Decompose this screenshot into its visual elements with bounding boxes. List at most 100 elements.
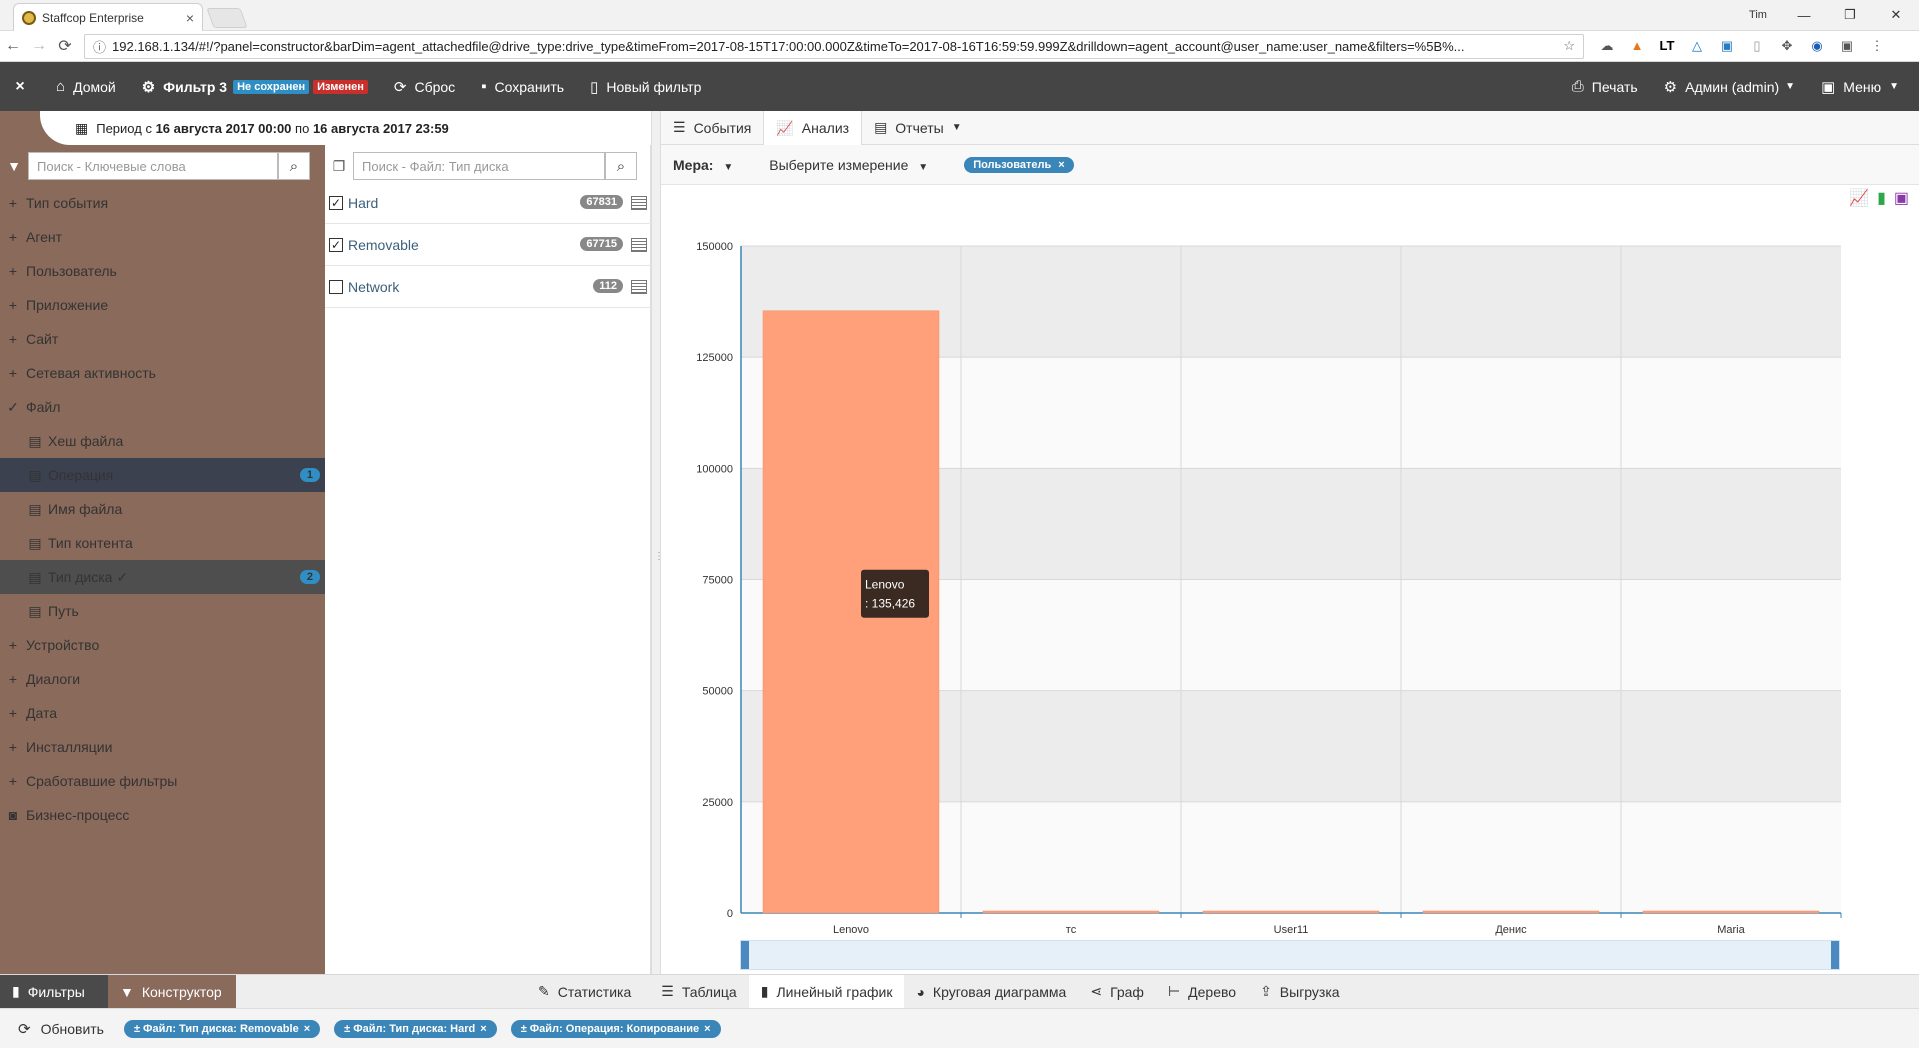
period-to: 16 августа 2017 23:59 <box>312 120 449 136</box>
tab-line-chart[interactable]: ▮ Линейный график <box>748 974 905 1009</box>
tab-table[interactable]: ☰ Таблица <box>649 975 748 1009</box>
sidebar-item[interactable]: + Инсталляции <box>0 730 325 764</box>
sidebar-item[interactable]: ▤ Хеш файла <box>0 424 325 458</box>
extension-pdf-icon[interactable]: ▯ <box>1748 38 1766 54</box>
tab-constructor[interactable]: ▼ Конструктор <box>108 974 236 1009</box>
tab-export[interactable]: ⇪ Выгрузка <box>1248 975 1352 1009</box>
bar[interactable] <box>1422 910 1600 914</box>
refresh-button[interactable]: ⟳ Обновить <box>18 1020 104 1038</box>
bookmark-star-icon[interactable]: ☆ <box>1563 38 1575 54</box>
sidebar-item[interactable]: + Приложение <box>0 288 325 322</box>
home-button[interactable]: ⌂ Домой <box>56 78 116 95</box>
plus-icon: + <box>8 705 18 721</box>
main-menu[interactable]: ▣ Меню ▼ <box>1821 78 1899 96</box>
search-icon[interactable]: ⌕ <box>278 152 310 180</box>
panel-splitter[interactable]: ⋮ <box>651 111 664 974</box>
sidebar-item[interactable]: ◙ Бизнес-процесс <box>0 798 325 832</box>
bar[interactable] <box>1642 910 1820 914</box>
save-button[interactable]: ▪ Сохранить <box>481 78 564 95</box>
tab-statistics[interactable]: ✎ Статистика <box>526 975 643 1009</box>
keyword-search-input[interactable]: Поиск - Ключевые слова <box>28 152 278 180</box>
drive-type-search-input[interactable]: Поиск - Файл: Тип диска <box>353 152 605 180</box>
reload-icon[interactable]: ⟳ <box>52 36 78 56</box>
measure-dropdown[interactable]: Мера: ▼ <box>673 157 733 173</box>
sidebar-item[interactable]: + Дата <box>0 696 325 730</box>
reset-button[interactable]: ⟳ Сброс <box>394 78 455 96</box>
sidebar-item[interactable]: + Тип события <box>0 186 325 220</box>
dimension-pill[interactable]: Пользователь × <box>964 156 1074 173</box>
browser-menu-icon[interactable]: ⋮ <box>1868 38 1886 54</box>
dimension-dropdown[interactable]: Выберите измерение ▼ <box>769 157 928 173</box>
browser-tab[interactable]: Staffcop Enterprise × <box>13 3 203 31</box>
extension-eye-icon[interactable]: ◉ <box>1808 38 1826 54</box>
chip-close-icon[interactable]: × <box>480 1023 486 1035</box>
page-info-icon[interactable]: ⓘ <box>93 37 106 56</box>
tab-filters[interactable]: ▮ Фильтры <box>0 974 108 1009</box>
chip-close-icon[interactable]: × <box>304 1023 310 1035</box>
extension-window-icon[interactable]: ▣ <box>1718 38 1736 54</box>
tab-tree[interactable]: ⊢ Дерево <box>1156 975 1248 1009</box>
value-row[interactable]: ✓ Removable 67715 <box>325 224 651 266</box>
tab-analysis[interactable]: 📈 Анализ <box>763 111 863 145</box>
tab-reports[interactable]: ▤ Отчеты ▼ <box>862 111 974 144</box>
details-icon[interactable] <box>631 196 647 210</box>
extension-delta-icon[interactable]: △ <box>1688 38 1706 54</box>
bar[interactable] <box>982 910 1160 914</box>
search-icon[interactable]: ⌕ <box>605 152 637 180</box>
forward-icon[interactable]: → <box>26 37 52 55</box>
sidebar-item[interactable]: + Пользователь <box>0 254 325 288</box>
sidebar-item[interactable]: + Сработавшие фильтры <box>0 764 325 798</box>
sidebar-item[interactable]: + Агент <box>0 220 325 254</box>
sidebar-item[interactable]: + Диалоги <box>0 662 325 696</box>
print-button[interactable]: ⎙ Печать <box>1572 78 1638 95</box>
filter-chip[interactable]: ± Файл: Операция: Копирование × <box>510 1019 721 1038</box>
extension-puzzle-icon[interactable]: ✥ <box>1778 38 1796 54</box>
tab-constructor-label: Конструктор <box>141 983 222 1000</box>
close-window-icon[interactable]: ✕ <box>1873 7 1919 23</box>
checkbox[interactable]: ✓ <box>329 195 343 210</box>
sidebar-item[interactable]: ▤ Путь <box>0 594 325 628</box>
extension-camera-icon[interactable]: ▣ <box>1838 38 1856 54</box>
tooltip-value: : 135,426 <box>865 597 915 611</box>
sidebar-item[interactable]: + Сайт <box>0 322 325 356</box>
admin-menu[interactable]: ⚙ Админ (admin) ▼ <box>1664 78 1795 96</box>
copy-icon[interactable]: ❐ <box>325 158 353 175</box>
sidebar-item[interactable]: ▤ Тип контента <box>0 526 325 560</box>
extension-chart-icon[interactable]: ▲ <box>1628 38 1646 54</box>
scroller-left-handle[interactable] <box>741 941 749 969</box>
back-icon[interactable]: ← <box>0 37 26 55</box>
scroller-right-handle[interactable] <box>1831 941 1839 969</box>
value-row[interactable]: Network 112 <box>325 266 651 308</box>
filter-chip[interactable]: ± Файл: Тип диска: Removable × <box>123 1019 321 1038</box>
checkbox[interactable] <box>329 279 343 294</box>
checkbox[interactable]: ✓ <box>329 237 343 252</box>
gear-icon: ⚙ <box>141 78 156 96</box>
sidebar-item[interactable]: ✓ Файл <box>0 390 325 424</box>
details-icon[interactable] <box>631 280 647 294</box>
sidebar-item[interactable]: + Устройство <box>0 628 325 662</box>
details-icon[interactable] <box>631 238 647 252</box>
sidebar-item[interactable]: ▤ Имя файла <box>0 492 325 526</box>
extension-cloud-icon[interactable]: ☁ <box>1598 38 1616 54</box>
filter-chip[interactable]: ± Файл: Тип диска: Hard × <box>334 1019 497 1038</box>
period-bar[interactable]: ▦ Период с 16 августа 2017 00:00 по 16 а… <box>40 111 449 145</box>
pill-close-icon[interactable]: × <box>1058 159 1064 171</box>
value-row[interactable]: ✓ Hard 67831 <box>325 182 651 224</box>
sidebar-item[interactable]: + Сетевая активность <box>0 356 325 390</box>
close-panel-icon[interactable]: × <box>0 78 40 96</box>
tab-graph[interactable]: ⋖ Граф <box>1078 975 1156 1009</box>
chart-scroller[interactable] <box>740 940 1840 970</box>
tab-pie-chart[interactable]: ◕ Круговая диаграмма <box>904 975 1078 1009</box>
tab-events[interactable]: ☰ События <box>661 111 763 144</box>
maximize-icon[interactable]: ❐ <box>1827 7 1873 23</box>
url-field[interactable]: ⓘ 192.168.1.134/#!/?panel=constructor&ba… <box>84 33 1584 59</box>
new-filter-button[interactable]: ▯ Новый фильтр <box>590 78 701 96</box>
sidebar-item[interactable]: ▤ Операция 1 <box>0 458 325 492</box>
extension-lt-icon[interactable]: LT <box>1658 38 1676 54</box>
sidebar-item[interactable]: ▤ Тип диска ✓ 2 <box>0 560 325 594</box>
minimize-icon[interactable]: — <box>1781 8 1827 23</box>
new-tab-button[interactable] <box>206 8 248 28</box>
chip-close-icon[interactable]: × <box>704 1023 710 1035</box>
bar[interactable] <box>1202 910 1380 914</box>
tab-close-icon[interactable]: × <box>186 10 194 26</box>
